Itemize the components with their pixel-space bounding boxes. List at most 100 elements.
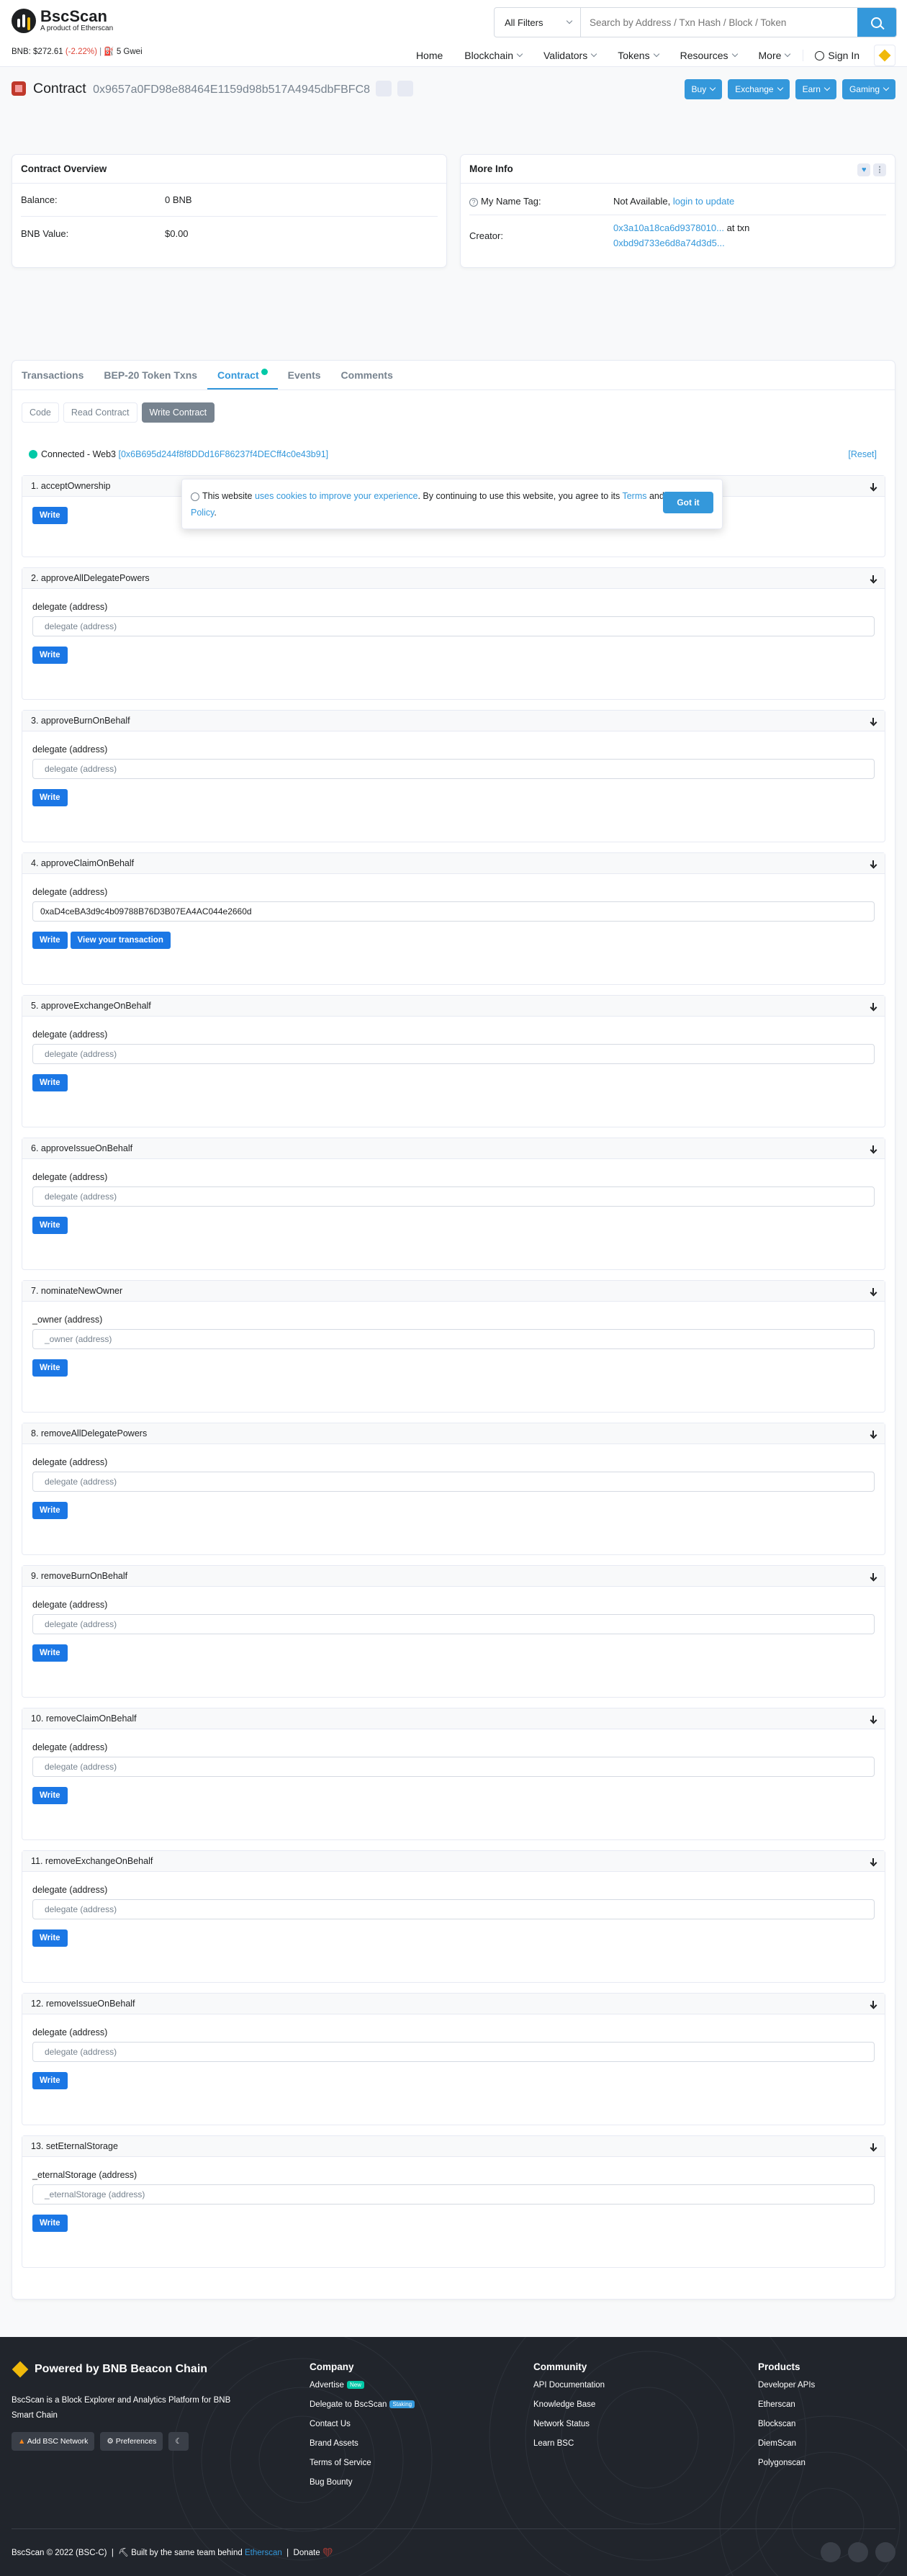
function-header[interactable]: 6. approveIssueOnBehalf [22, 1138, 885, 1159]
view-transaction-button[interactable]: View your transaction [70, 932, 171, 949]
arrow-down-icon[interactable] [870, 575, 876, 582]
etherscan-link[interactable]: Etherscan [245, 2549, 282, 2557]
write-button[interactable]: Write [32, 507, 68, 524]
subtab-code[interactable]: Code [22, 402, 59, 423]
dark-mode-toggle[interactable]: ☾ [168, 2432, 189, 2451]
function-header[interactable]: 7. nominateNewOwner [22, 1281, 885, 1302]
parameter-input[interactable]: _eternalStorage (address) [32, 2184, 875, 2205]
parameter-input[interactable]: delegate (address) [32, 1044, 875, 1064]
write-button[interactable]: Write [32, 1074, 68, 1091]
write-button[interactable]: Write [32, 1502, 68, 1519]
exchange-button[interactable]: Exchange [728, 79, 790, 99]
write-button[interactable]: Write [32, 1929, 68, 1947]
footer-link-knowledge-base[interactable]: Knowledge Base [533, 2400, 605, 2409]
parameter-input[interactable]: delegate (address) [32, 616, 875, 636]
copy-icon[interactable] [376, 81, 392, 96]
write-button[interactable]: Write [32, 1644, 68, 1662]
arrow-down-icon[interactable] [870, 1002, 876, 1009]
gas-price[interactable]: 5 Gwei [117, 48, 143, 56]
arrow-down-icon[interactable] [870, 1145, 876, 1152]
footer-link-api-docs[interactable]: API Documentation [533, 2381, 605, 2390]
cookie-policy-link[interactable]: uses cookies to improve your experience [255, 491, 418, 501]
function-header[interactable]: 4. approveClaimOnBehalf [22, 853, 885, 874]
creator-txn-link[interactable]: 0xbd9d733e6d8a74d3d5... [613, 238, 725, 248]
parameter-input[interactable]: delegate (address) [32, 2042, 875, 2062]
qr-code-icon[interactable] [397, 81, 414, 96]
medium-icon[interactable] [875, 2542, 895, 2562]
write-button[interactable]: Write [32, 1359, 68, 1377]
function-header[interactable]: 3. approveBurnOnBehalf [22, 711, 885, 731]
connected-address-link[interactable]: [0x6B695d244f8f8DDd16F86237f4DECff4c0e43… [118, 449, 328, 459]
function-header[interactable]: 11. removeExchangeOnBehalf [22, 1851, 885, 1872]
function-header[interactable]: 12. removeIssueOnBehalf [22, 1994, 885, 2014]
gaming-button[interactable]: Gaming [841, 79, 895, 99]
function-header[interactable]: 5. approveExchangeOnBehalf [22, 996, 885, 1017]
more-options-icon[interactable]: ⋮ [873, 163, 886, 176]
sign-in-link[interactable]: Sign In [803, 50, 859, 61]
bnb-network-button[interactable] [874, 45, 895, 66]
login-to-update-link[interactable]: login to update [673, 196, 734, 207]
parameter-input[interactable]: delegate (address) [32, 759, 875, 779]
parameter-input[interactable]: delegate (address) [32, 1186, 875, 1207]
footer-link-learn-bsc[interactable]: Learn BSC [533, 2439, 605, 2448]
tab-contract[interactable]: Contract [207, 360, 278, 389]
write-button[interactable]: Write [32, 932, 68, 949]
footer-link-diemscan[interactable]: DiemScan [758, 2439, 815, 2448]
parameter-input[interactable]: delegate (address) [32, 1472, 875, 1492]
write-button[interactable]: Write [32, 2215, 68, 2232]
parameter-input[interactable]: delegate (address) [32, 1757, 875, 1777]
function-header[interactable]: 8. removeAllDelegatePowers [22, 1423, 885, 1444]
write-button[interactable]: Write [32, 789, 68, 806]
nav-home[interactable]: Home [416, 50, 443, 61]
subtab-read-contract[interactable]: Read Contract [63, 402, 137, 423]
terms-link[interactable]: Terms [622, 491, 646, 501]
earn-button[interactable]: Earn [795, 79, 836, 99]
reset-link[interactable]: [Reset] [848, 449, 877, 459]
arrow-down-icon[interactable] [870, 717, 876, 724]
search-input[interactable] [581, 8, 857, 37]
arrow-down-icon[interactable] [870, 860, 876, 867]
nav-resources[interactable]: Resources [680, 50, 738, 61]
footer-link-polygonscan[interactable]: Polygonscan [758, 2459, 815, 2467]
arrow-down-icon[interactable] [870, 1430, 876, 1437]
footer-link-terms[interactable]: Terms of Service [310, 2459, 415, 2467]
write-button[interactable]: Write [32, 647, 68, 664]
preferences-button[interactable]: ⚙ Preferences [100, 2432, 163, 2451]
function-header[interactable]: 13. setEternalStorage [22, 2136, 885, 2157]
function-header[interactable]: 2. approveAllDelegatePowers [22, 568, 885, 589]
write-button[interactable]: Write [32, 2072, 68, 2089]
heart-icon[interactable]: ♥ [857, 163, 871, 176]
footer-link-etherscan[interactable]: Etherscan [758, 2400, 815, 2409]
parameter-input[interactable]: delegate (address) [32, 1899, 875, 1919]
footer-link-contact[interactable]: Contact Us [310, 2420, 415, 2428]
parameter-input[interactable]: 0xaD4ceBA3d9c4b09788B76D3B07EA4AC044e266… [32, 901, 875, 922]
bscscan-logo[interactable]: BscScan A product of Etherscan [12, 9, 113, 33]
arrow-down-icon[interactable] [870, 1857, 876, 1865]
donate-link[interactable]: Donate [294, 2549, 320, 2557]
email-icon[interactable] [821, 2542, 841, 2562]
parameter-input[interactable]: _owner (address) [32, 1329, 875, 1349]
footer-link-advertise[interactable]: Advertise New [310, 2381, 415, 2390]
add-bsc-network-button[interactable]: ▲ Add BSC Network [12, 2432, 95, 2451]
footer-link-blockscan[interactable]: Blockscan [758, 2420, 815, 2428]
footer-link-brand-assets[interactable]: Brand Assets [310, 2439, 415, 2448]
search-button[interactable] [857, 8, 896, 37]
subtab-write-contract[interactable]: Write Contract [141, 402, 215, 423]
nav-validators[interactable]: Validators [543, 50, 597, 61]
footer-link-network-status[interactable]: Network Status [533, 2420, 605, 2428]
parameter-input[interactable]: delegate (address) [32, 1614, 875, 1634]
nav-more[interactable]: More [759, 50, 791, 61]
tab-bep20-token-txns[interactable]: BEP-20 Token Txns [94, 360, 207, 389]
arrow-down-icon[interactable] [870, 2000, 876, 2007]
tab-transactions[interactable]: Transactions [12, 360, 94, 389]
creator-address-link[interactable]: 0x3a10a18ca6d9378010... [613, 222, 724, 233]
tab-events[interactable]: Events [278, 360, 331, 389]
search-filter-select[interactable]: All Filters [495, 8, 581, 37]
arrow-down-icon[interactable] [870, 482, 876, 490]
arrow-down-icon[interactable] [870, 2143, 876, 2150]
write-button[interactable]: Write [32, 1787, 68, 1804]
twitter-icon[interactable] [848, 2542, 868, 2562]
arrow-down-icon[interactable] [870, 1715, 876, 1722]
footer-link-delegate[interactable]: Delegate to BscScan Staking [310, 2400, 415, 2409]
tab-comments[interactable]: Comments [331, 360, 403, 389]
